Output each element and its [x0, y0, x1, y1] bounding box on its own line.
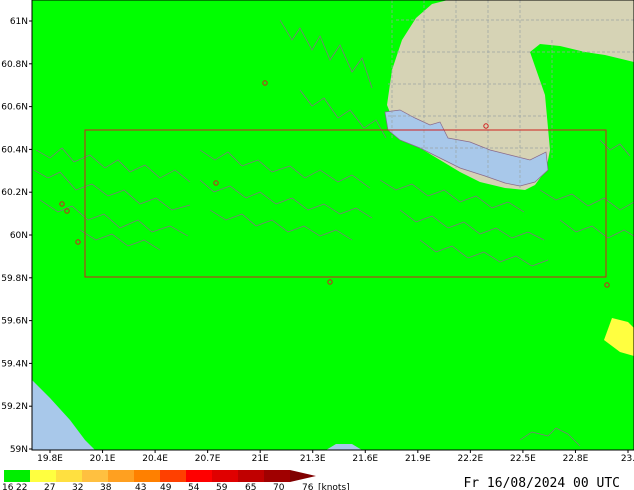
legend-label: 54: [188, 483, 200, 490]
lon-axis: 19.8E 20.1E 20.4E 20.7E 21E 21.3E 21.6E 21.9E 22…: [37, 450, 634, 464]
lon-label: 21.9E: [405, 454, 431, 464]
lon-label: 22.2E: [457, 454, 483, 464]
legend: 16 22 27 32 38 43 49 54 59 65 70 76 [knots]: [2, 470, 350, 490]
lat-label: 59.2N: [1, 402, 28, 412]
lon-label: 23.: [621, 454, 634, 464]
lon-label: 20.4E: [142, 454, 168, 464]
legend-swatch: [160, 470, 186, 482]
legend-label: 76: [302, 483, 314, 490]
lat-label: 59.6N: [1, 317, 28, 327]
lon-label: 21.6E: [352, 454, 378, 464]
legend-label: 49: [160, 483, 172, 490]
legend-label: 59: [216, 483, 228, 490]
wind-field: [32, 0, 634, 450]
lon-label: 21E: [252, 454, 269, 464]
legend-label: 16: [2, 483, 14, 490]
legend-label: 70: [273, 483, 285, 490]
lon-label: 20.1E: [90, 454, 116, 464]
lon-label: 22.8E: [563, 454, 589, 464]
lat-label: 59.8N: [1, 274, 28, 284]
legend-swatch: [290, 470, 316, 482]
legend-swatch: [82, 470, 108, 482]
legend-label: 32: [72, 483, 83, 490]
legend-swatch: [30, 470, 56, 482]
lon-label: 19.8E: [37, 454, 63, 464]
legend-label: 22: [16, 483, 27, 490]
lat-axis: 61N 60.8N 60.6N 60.4N 60.2N 60N 59.8N 59.6N 59.4…: [1, 17, 32, 455]
legend-swatch: [56, 470, 82, 482]
lat-label: 60.8N: [1, 60, 28, 70]
legend-swatch: [212, 470, 238, 482]
legend-label: 65: [245, 483, 256, 490]
lat-label: 60.2N: [1, 188, 28, 198]
lon-label: 22.5E: [510, 454, 536, 464]
legend-label: 38: [100, 483, 112, 490]
lon-label: 20.7E: [195, 454, 221, 464]
legend-swatch: [186, 470, 212, 482]
legend-swatch: [134, 470, 160, 482]
lat-label: 60N: [10, 231, 28, 241]
lat-label: 59N: [10, 445, 28, 455]
legend-label: 27: [44, 483, 55, 490]
lon-label: 21.3E: [300, 454, 326, 464]
wind-map: 61N 60.8N 60.6N 60.4N 60.2N 60N 59.8N 59.6N 59.4…: [1, 0, 634, 490]
lat-label: 60.4N: [1, 145, 28, 155]
lat-label: 59.4N: [1, 359, 28, 369]
lat-label: 61N: [10, 17, 28, 27]
lat-label: 60.6N: [1, 103, 28, 113]
legend-label: 43: [135, 483, 146, 490]
legend-swatch: [108, 470, 134, 482]
timestamp: Fr 16/08/2024 00 UTC: [463, 476, 620, 490]
legend-swatch: [4, 470, 30, 482]
legend-swatch: [238, 470, 264, 482]
legend-swatch: [264, 470, 290, 482]
legend-unit: [knots]: [318, 483, 350, 490]
